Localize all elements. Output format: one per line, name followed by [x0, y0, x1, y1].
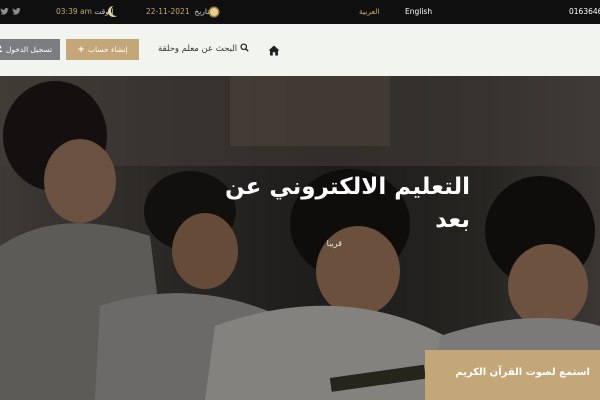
user-icon — [0, 45, 3, 54]
plus-icon: + — [77, 44, 85, 55]
twitter-icon[interactable] — [12, 7, 21, 19]
search-icon — [240, 43, 249, 55]
language-english-link[interactable]: English — [405, 7, 432, 16]
date-value: 22-11-2021 — [146, 7, 190, 16]
create-account-label: إنشاء حساب — [87, 45, 128, 54]
twitter-icon[interactable] — [0, 7, 9, 19]
time-value: 03:39 am — [56, 7, 92, 16]
hero-subtitle: قريبا — [326, 239, 342, 248]
phone-number: 016364665 — [569, 7, 600, 16]
search-link-label: البحث عن معلم وحلقة — [158, 44, 238, 54]
create-account-button[interactable]: + إنشاء حساب — [66, 39, 139, 60]
sun-icon — [210, 8, 218, 16]
login-button-label: تسجيل الدخول — [5, 45, 53, 54]
hero-title: التعليم الالكتروني عن بعد — [224, 174, 470, 233]
main-navbar: تسجيل الدخول + إنشاء حساب البحث عن معلم … — [0, 24, 600, 76]
home-icon[interactable] — [268, 41, 280, 56]
top-bar: 03:39 am الوقت 22-11-2021 التاريخ العربي… — [0, 0, 600, 24]
date-display: 22-11-2021 التاريخ — [146, 7, 214, 16]
login-button[interactable]: تسجيل الدخول — [0, 39, 60, 60]
listen-quran-button[interactable]: استمع لصوت القرآن الكريم — [425, 350, 600, 400]
search-teacher-link[interactable]: البحث عن معلم وحلقة — [158, 43, 249, 55]
language-arabic-link[interactable]: العربية — [359, 7, 380, 16]
moon-icon — [111, 5, 122, 16]
time-display: 03:39 am الوقت — [56, 7, 114, 16]
hero-banner: التعليم الالكتروني عن بعد قريبا استمع لص… — [0, 76, 600, 400]
